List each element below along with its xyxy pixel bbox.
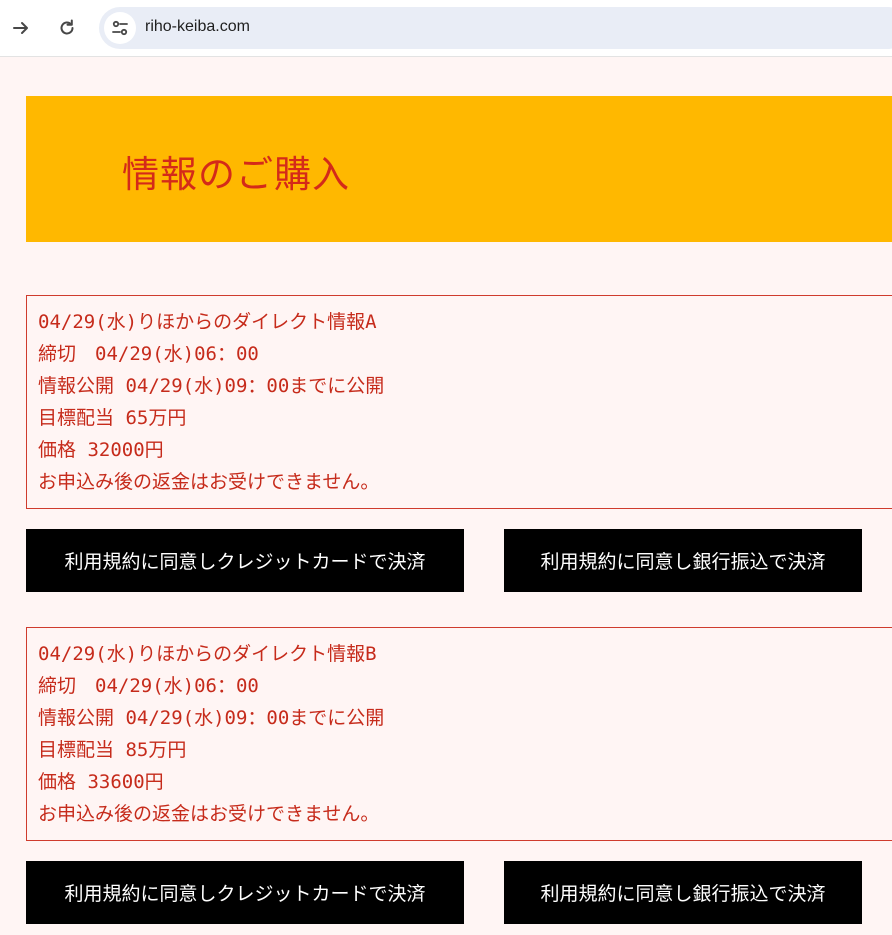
page-content: 情報のご購入 04/29(水)りほからのダイレクト情報A 締切 04/29(水)… — [0, 58, 892, 935]
product-target: 目標配当 65万円 — [38, 407, 187, 429]
credit-card-pay-button[interactable]: 利用規約に同意しクレジットカードで決済 — [26, 529, 464, 592]
product-notice: お申込み後の返金はお受けできません。 — [38, 471, 380, 493]
product-release: 情報公開 04/29(水)09：00までに公開 — [38, 375, 385, 397]
browser-toolbar: riho-keiba.com — [0, 0, 892, 57]
product-price: 価格 32000円 — [38, 439, 164, 461]
site-info-button[interactable] — [104, 12, 136, 44]
tune-icon — [112, 20, 128, 36]
bank-transfer-pay-button[interactable]: 利用規約に同意し銀行振込で決済 — [504, 529, 862, 592]
page-title: 情報のご購入 — [122, 153, 350, 196]
header-banner: 情報のご購入 — [26, 96, 892, 242]
forward-button[interactable] — [5, 12, 37, 44]
product-info-box: 04/29(水)りほからのダイレクト情報B 締切 04/29(水)06：00 情… — [26, 627, 892, 841]
product-target: 目標配当 85万円 — [38, 739, 187, 761]
product-price: 価格 33600円 — [38, 771, 164, 793]
reload-button[interactable] — [51, 12, 83, 44]
arrow-right-icon — [13, 22, 28, 34]
product-name: 04/29(水)りほからのダイレクト情報B — [38, 643, 377, 665]
product-deadline: 締切 04/29(水)06：00 — [38, 343, 259, 365]
bank-transfer-pay-button[interactable]: 利用規約に同意し銀行振込で決済 — [504, 861, 862, 924]
url-text[interactable]: riho-keiba.com — [145, 18, 250, 36]
reload-icon — [60, 19, 74, 35]
product-deadline: 締切 04/29(水)06：00 — [38, 675, 259, 697]
address-bar[interactable]: riho-keiba.com — [99, 7, 892, 49]
credit-card-pay-button[interactable]: 利用規約に同意しクレジットカードで決済 — [26, 861, 464, 924]
product-notice: お申込み後の返金はお受けできません。 — [38, 803, 380, 825]
product-name: 04/29(水)りほからのダイレクト情報A — [38, 311, 377, 333]
product-release: 情報公開 04/29(水)09：00までに公開 — [38, 707, 385, 729]
product-info-box: 04/29(水)りほからのダイレクト情報A 締切 04/29(水)06：00 情… — [26, 295, 892, 509]
